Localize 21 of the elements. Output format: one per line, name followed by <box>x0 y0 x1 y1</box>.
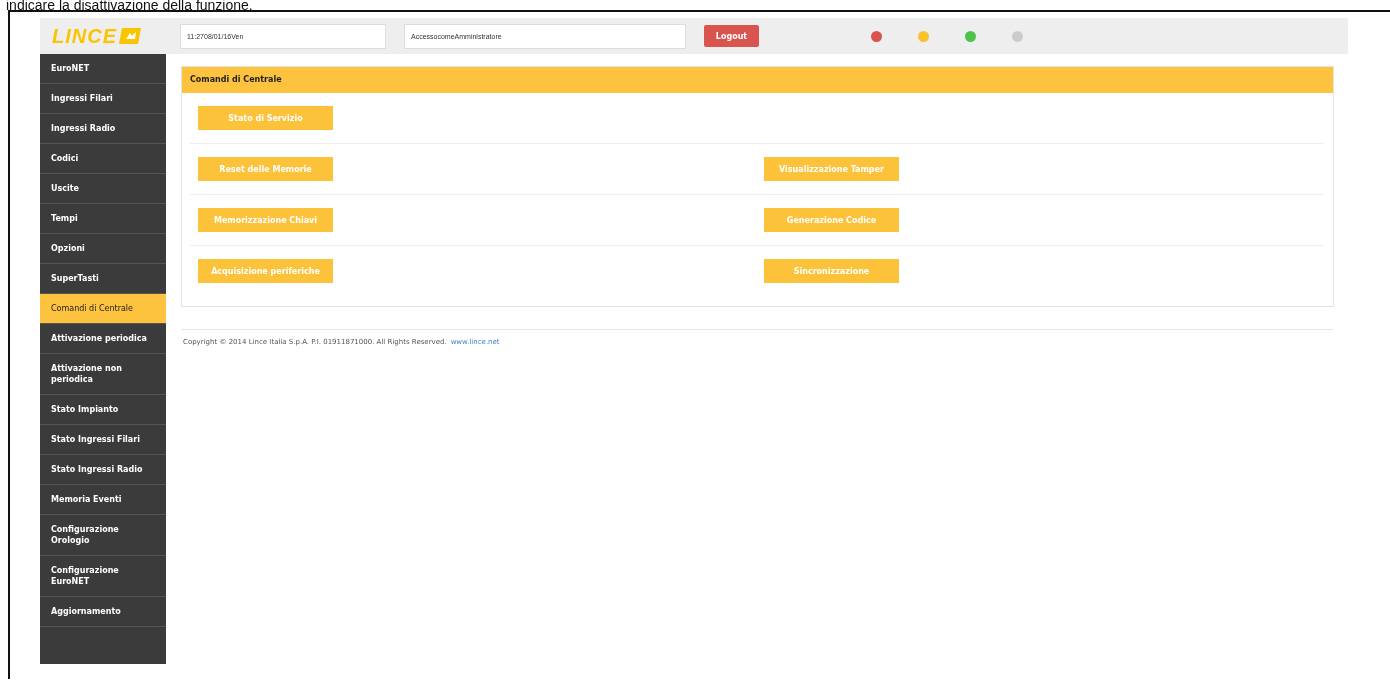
logo-text: LINCE <box>52 24 117 48</box>
sidebar-item[interactable]: Aggiornamento <box>40 597 166 627</box>
sidebar-item[interactable]: Ingressi Filari <box>40 84 166 114</box>
sidebar-item[interactable]: Tempi <box>40 204 166 234</box>
panel-title: Comandi di Centrale <box>182 67 1333 93</box>
sidebar-item[interactable]: Opzioni <box>40 234 166 264</box>
sidebar-item[interactable]: Stato Impianto <box>40 395 166 425</box>
sidebar-item[interactable]: EuroNET <box>40 54 166 84</box>
sidebar-item[interactable]: Attivazione non periodica <box>40 354 166 395</box>
sidebar-item[interactable]: Comandi di Centrale <box>40 294 166 324</box>
sidebar-item[interactable]: Stato Ingressi Radio <box>40 455 166 485</box>
sidebar-item[interactable]: Uscite <box>40 174 166 204</box>
sidebar-item[interactable]: Stato Ingressi Filari <box>40 425 166 455</box>
logout-button[interactable]: Logout <box>704 25 759 47</box>
sidebar-item[interactable]: Ingressi Radio <box>40 114 166 144</box>
caption-text: indicare la disattivazione della funzione. <box>5 0 254 10</box>
sidebar-item[interactable]: Configurazione EuroNET <box>40 556 166 597</box>
sidebar-item[interactable]: Memoria Eventi <box>40 485 166 515</box>
sidebar-item[interactable]: Configurazione Orologio <box>40 515 166 556</box>
sidebar-item[interactable]: Attivazione periodica <box>40 324 166 354</box>
sidebar-item[interactable]: Codici <box>40 144 166 174</box>
